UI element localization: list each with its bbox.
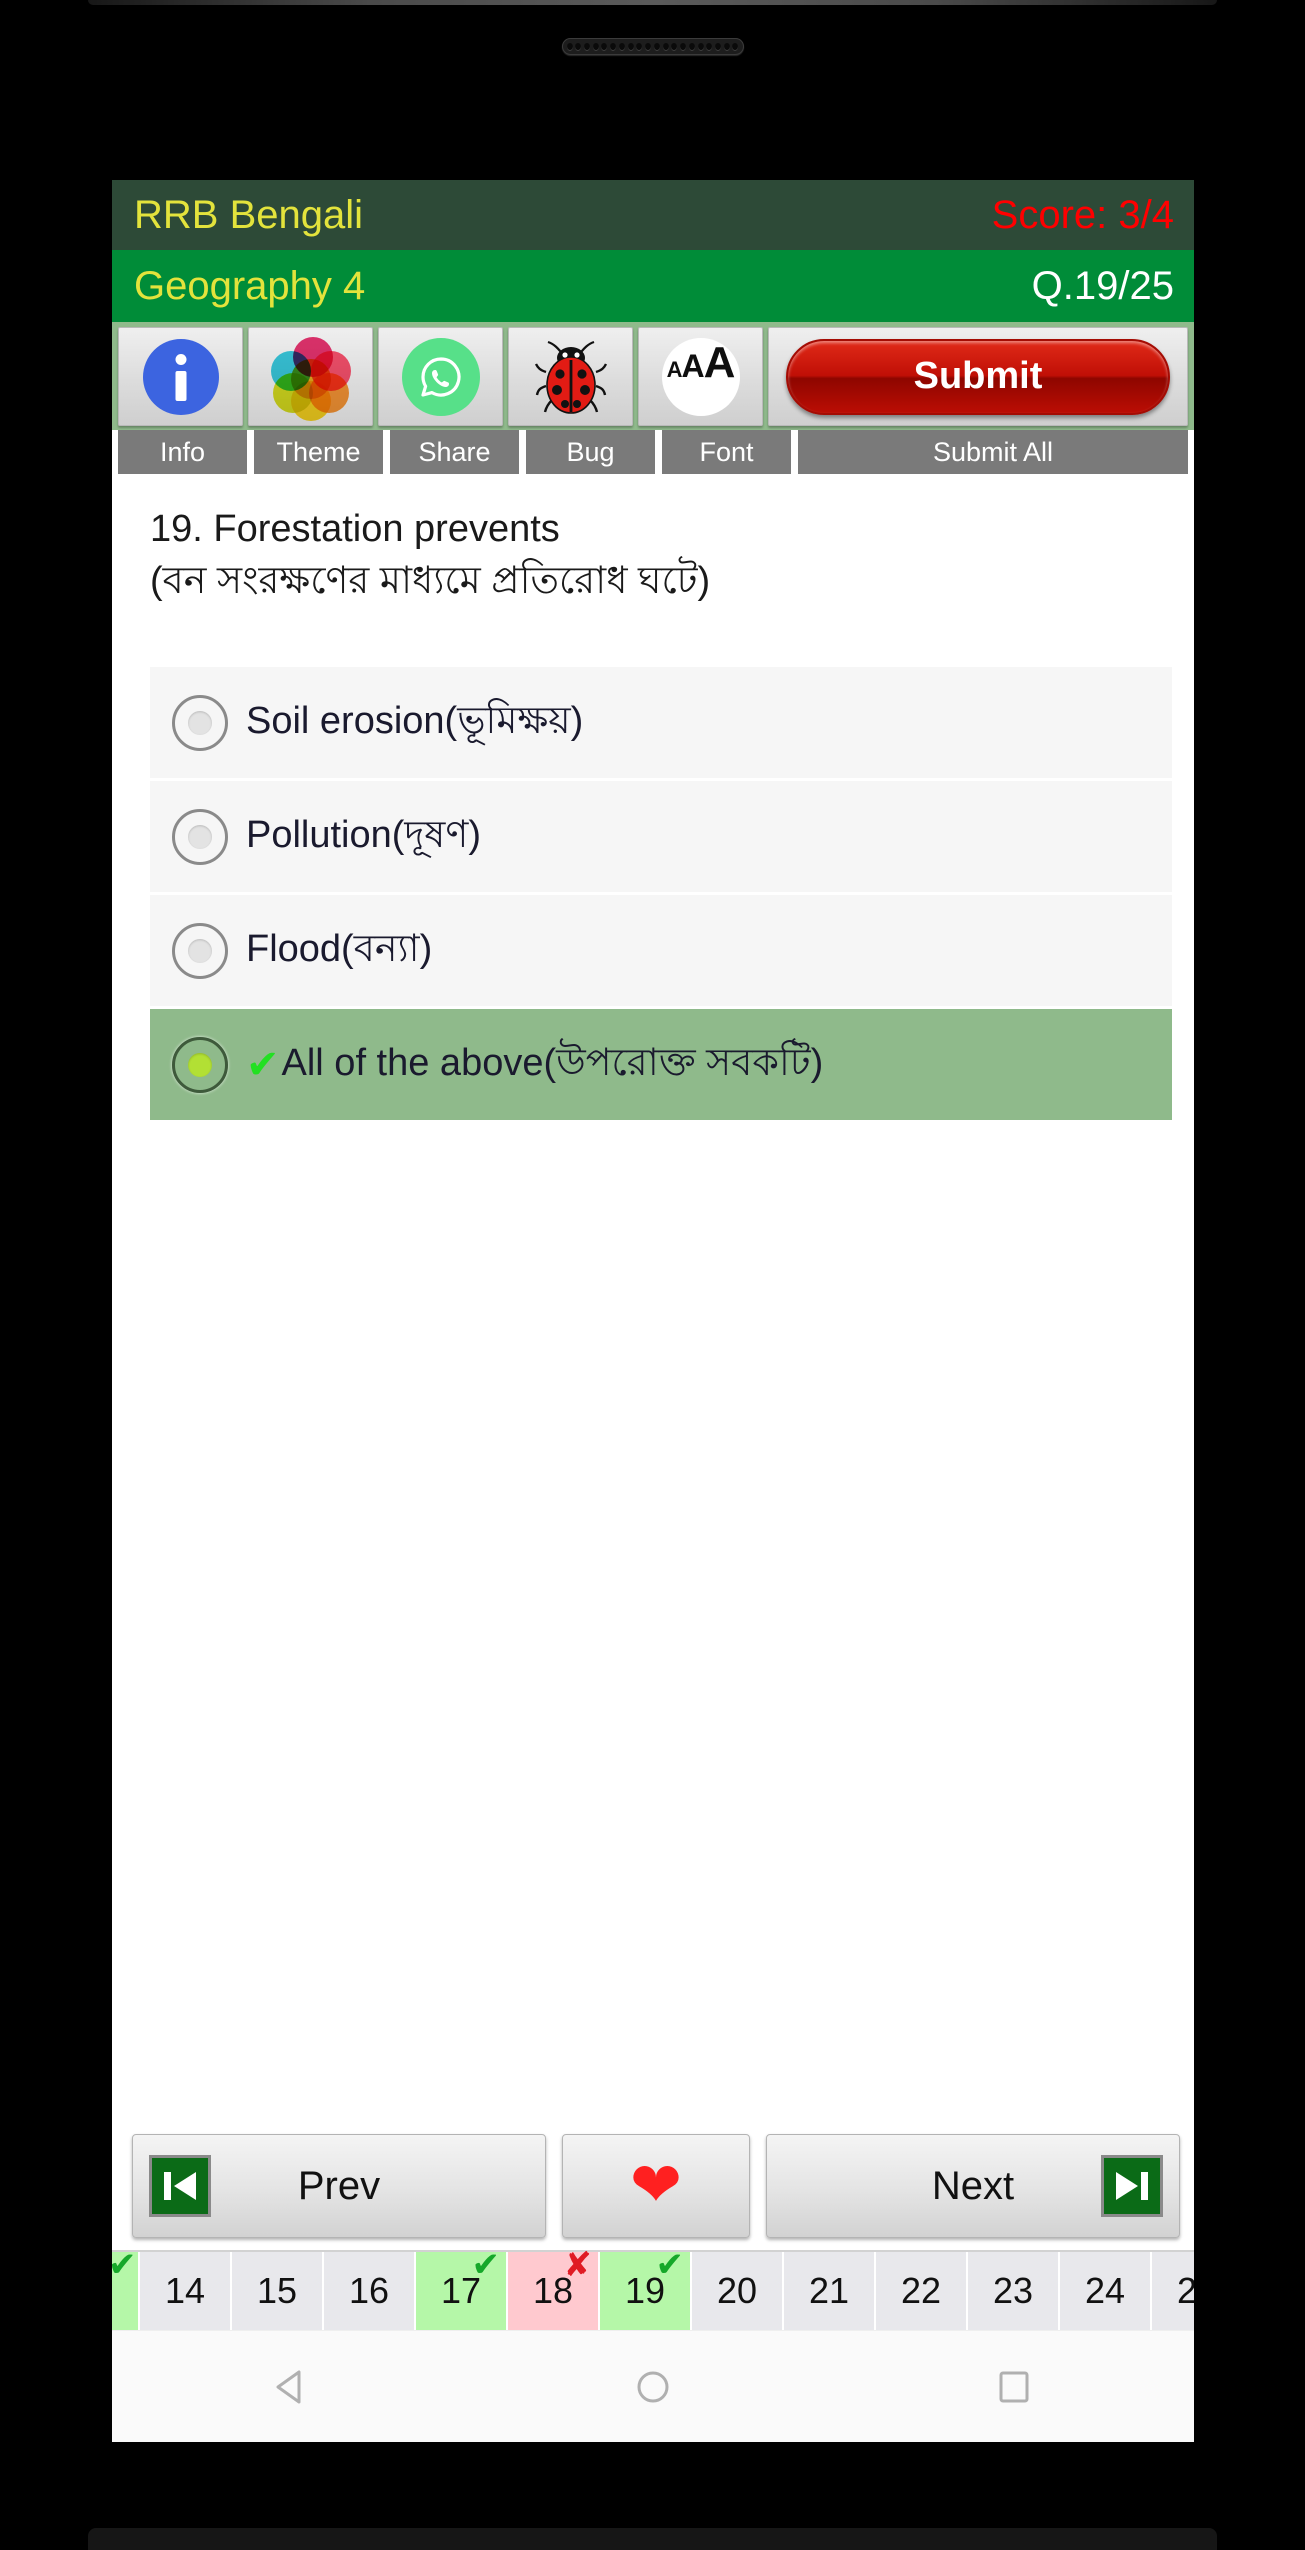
answer-option[interactable]: Soil erosion(ভূমিক্ষয়) [150,667,1172,782]
answer-option-label: Pollution(দূষণ) [246,813,481,856]
toolbar-label-font: Font [662,430,793,474]
answer-option[interactable]: Pollution(দূষণ) [150,781,1172,896]
question-number-cell[interactable]: 20 [692,2252,784,2330]
question-number-cell[interactable]: 15 [232,2252,324,2330]
toolbar-label-share: Share [390,430,521,474]
wrong-mark-icon: ✘ [563,2246,593,2284]
font-size-button[interactable]: AAA [638,327,763,426]
question-number-label: 15 [256,2270,298,2311]
ladybug-icon [534,338,608,416]
submit-all-button[interactable]: Submit [768,327,1188,426]
quiz-app-window: RRB Bengali Score: 3/4 Geography 4 Q.19/… [112,180,1194,2442]
answer-option-label: Flood(বন্যা) [246,927,433,970]
question-number-strip[interactable]: ✔ 14 15 16 ✔17✘18✔19 20 21 22 23 24 25 [112,2248,1194,2330]
toolbar-label-theme: Theme [254,430,385,474]
answer-option-selected[interactable]: ✔ All of the above(উপরোক্ত সবকটি) [150,1009,1172,1124]
score-badge: Score: 3/4 [991,193,1174,237]
radio-button-icon [172,922,228,979]
correct-mark-icon: ✔ [471,2246,501,2284]
share-button[interactable] [378,327,503,426]
question-counter: Q.19/25 [1031,264,1174,308]
next-button[interactable]: Next [766,2134,1180,2238]
info-button[interactable] [118,327,243,426]
next-button-label: Next [931,2163,1015,2208]
toolbar: AAA Submit [112,322,1194,430]
radio-button-icon [172,694,228,751]
whatsapp-share-icon [401,337,480,416]
navigation-row: Prev ❤ Next [112,2126,1194,2250]
theme-palette-icon [270,336,351,421]
question-number-cell[interactable]: 22 [876,2252,968,2330]
question-number-label: 20 [716,2270,758,2311]
question-number-cell[interactable]: ✔ 19 [600,2248,692,2330]
question-number-cell[interactable]: ✔ [112,2248,140,2330]
android-back-icon[interactable] [269,2364,315,2410]
submit-button-label: Submit [785,338,1171,415]
favorite-button[interactable]: ❤ [562,2134,750,2238]
answer-options-list: Soil erosion(ভূমিক্ষয়) Pollution(দূষণ) … [150,667,1172,1124]
subject-title: Geography 4 [134,264,366,308]
correct-mark-icon: ✔ [112,2246,137,2284]
app-title-bar: RRB Bengali Score: 3/4 [112,180,1194,250]
question-number-label: 24 [1084,2270,1126,2311]
toolbar-label-info: Info [118,430,249,474]
question-number-cell[interactable]: ✔ 17 [416,2248,508,2330]
android-home-icon[interactable] [630,2364,676,2410]
device-bottom-bezel [88,2528,1217,2550]
question-number-cell[interactable]: 21 [784,2252,876,2330]
question-number-cell[interactable]: 23 [968,2252,1060,2330]
correct-mark-icon: ✔ [655,2246,685,2284]
theme-button[interactable] [248,327,373,426]
question-number-cell[interactable]: 16 [324,2252,416,2330]
radio-button-icon [172,808,228,865]
question-number-label: 25 [1176,2270,1194,2311]
toolbar-label-row: Info Theme Share Bug Font Submit All [112,430,1194,474]
question-number-label: 16 [348,2270,390,2311]
question-text-bengali: (বন সংরক্ষণের মাধ্যমে প্রতিরোধ ঘটে) [150,559,711,602]
question-text-english: 19. Forestation prevents [150,508,560,550]
toolbar-label-bug: Bug [526,430,657,474]
question-area: 19. Forestation prevents (বন সংরক্ষণের ম… [112,474,1194,605]
question-number-label: 23 [992,2270,1034,2311]
content-spacer [112,1123,1194,2126]
question-number-label: 14 [164,2270,206,2311]
font-size-icon: AAA [661,337,740,416]
android-navigation-bar [112,2330,1194,2442]
question-number-cell[interactable]: 25 [1152,2252,1194,2330]
device-top-bezel [88,0,1217,5]
prev-button-label: Prev [297,2163,381,2208]
device-frame: RRB Bengali Score: 3/4 Geography 4 Q.19/… [0,0,1305,2550]
question-number-cell[interactable]: 14 [140,2252,232,2330]
android-recents-icon[interactable] [991,2364,1037,2410]
toolbar-label-submit-all: Submit All [798,430,1188,474]
question-number-label: 22 [900,2270,942,2311]
answer-option-label: All of the above(উপরোক্ত সবকটি) [281,1041,824,1084]
answer-option[interactable]: Flood(বন্যা) [150,895,1172,1010]
question-number-label: 21 [808,2270,850,2311]
question-number-cell[interactable]: ✘ 18 [508,2248,600,2330]
prev-button[interactable]: Prev [132,2134,546,2238]
answer-option-label: Soil erosion(ভূমিক্ষয়) [246,699,584,742]
subject-bar: Geography 4 Q.19/25 [112,250,1194,322]
app-title: RRB Bengali [134,193,364,237]
earpiece-speaker-grille [561,38,744,55]
correct-check-icon: ✔ [246,1042,280,1087]
bug-report-button[interactable] [508,327,633,426]
question-number-cell[interactable]: 24 [1060,2252,1152,2330]
info-icon [142,338,219,415]
heart-icon: ❤ [630,2151,682,2220]
radio-button-selected-icon [172,1036,228,1093]
